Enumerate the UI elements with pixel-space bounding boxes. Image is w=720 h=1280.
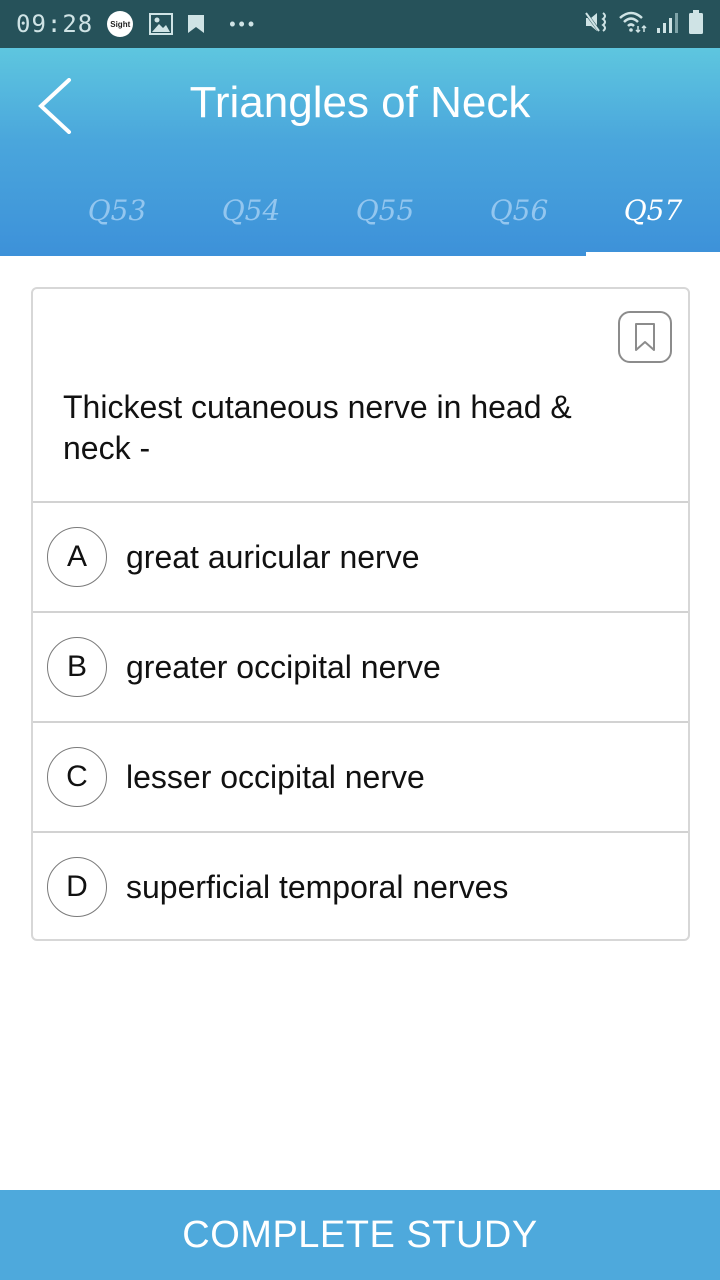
active-tab-indicator: [586, 252, 720, 256]
options-list: A great auricular nerve B greater occipi…: [33, 501, 688, 941]
option-letter-badge: A: [47, 527, 107, 587]
option-b[interactable]: B greater occipital nerve: [33, 611, 688, 721]
app-header: Triangles of Neck Q52 Q53 Q54 Q55 Q56 Q5…: [0, 48, 720, 256]
app-notification-icon: Sight: [107, 11, 134, 37]
bookmark-notification-icon: [187, 14, 205, 34]
tab-q54[interactable]: Q54: [184, 170, 318, 250]
bookmark-icon: [635, 323, 655, 351]
battery-icon: [688, 9, 704, 40]
question-tabs: Q52 Q53 Q54 Q55 Q56 Q57: [0, 170, 720, 256]
tab-q56[interactable]: Q56: [452, 170, 586, 250]
image-icon: [149, 13, 174, 35]
more-dots-icon: •••: [229, 13, 258, 34]
tab-q53[interactable]: Q53: [50, 170, 184, 250]
wifi-icon: [618, 10, 648, 39]
option-letter-badge: B: [47, 637, 107, 697]
bookmark-button[interactable]: [618, 311, 672, 363]
status-right-icons: [583, 9, 704, 40]
tab-q52[interactable]: Q52: [0, 170, 18, 250]
signal-icon: [656, 10, 680, 39]
option-text: greater occipital nerve: [126, 648, 441, 685]
status-bar: 09:28 Sight •••: [0, 0, 720, 48]
option-letter-badge: D: [47, 857, 107, 917]
tab-q55[interactable]: Q55: [318, 170, 452, 250]
tab-q57[interactable]: Q57: [586, 170, 720, 250]
option-text: lesser occipital nerve: [126, 758, 425, 795]
option-text: superficial temporal nerves: [126, 868, 509, 905]
mute-vibrate-icon: [583, 10, 610, 39]
status-time: 09:28: [16, 10, 94, 38]
option-c[interactable]: C lesser occipital nerve: [33, 721, 688, 831]
option-text: great auricular nerve: [126, 538, 420, 575]
option-letter-badge: C: [47, 747, 107, 807]
question-card: Thickest cutaneous nerve in head & neck …: [31, 287, 690, 941]
page-title: Triangles of Neck: [189, 78, 531, 127]
question-text: Thickest cutaneous nerve in head & neck …: [63, 389, 572, 466]
complete-study-button[interactable]: COMPLETE STUDY: [0, 1190, 720, 1280]
option-d[interactable]: D superficial temporal nerves: [33, 831, 688, 941]
option-a[interactable]: A great auricular nerve: [33, 501, 688, 611]
